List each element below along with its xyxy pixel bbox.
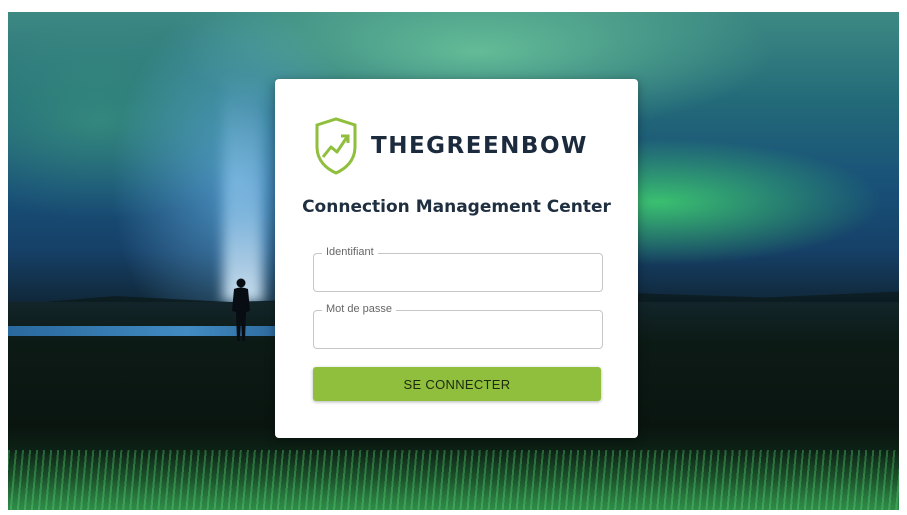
- page-title: Connection Management Center: [302, 197, 611, 217]
- background-grass: [8, 450, 899, 510]
- brand-logo: THEGREENBOW: [313, 117, 586, 175]
- username-label: Identifiant: [322, 246, 378, 258]
- password-input[interactable]: [314, 311, 602, 348]
- background-lake: [8, 326, 308, 336]
- person-silhouette: [232, 278, 250, 341]
- password-label: Mot de passe: [322, 303, 397, 315]
- flashlight-beam: [223, 72, 263, 302]
- username-field[interactable]: Identifiant: [313, 246, 603, 292]
- brand-name: THEGREENBOW: [371, 133, 588, 159]
- shield-chart-icon: [315, 117, 357, 175]
- login-card: THEGREENBOW Connection Management Center…: [275, 79, 638, 438]
- password-field[interactable]: Mot de passe: [313, 303, 603, 349]
- username-input[interactable]: [314, 254, 602, 291]
- login-button[interactable]: SE CONNECTER: [313, 367, 601, 401]
